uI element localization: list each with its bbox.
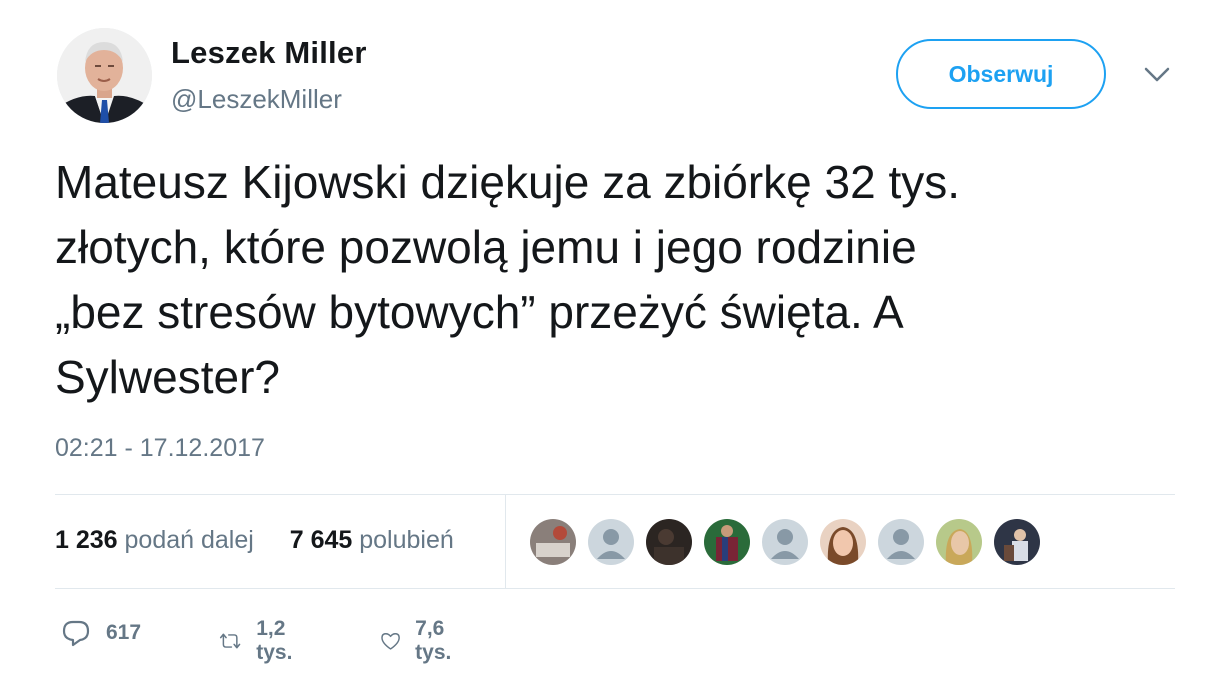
heart-icon — [381, 633, 400, 650]
tweet-timestamp[interactable]: 02:21 - 17.12.2017 — [55, 434, 265, 463]
display-name[interactable]: Leszek Miller — [171, 35, 367, 71]
reply-icon — [62, 620, 90, 647]
liker-avatar[interactable] — [992, 517, 1042, 567]
liker-avatar[interactable] — [586, 517, 636, 567]
retweets-label: podań dalej — [124, 526, 254, 554]
retweets-count: 1 236 — [55, 526, 118, 554]
liker-avatar[interactable] — [760, 517, 810, 567]
divider — [505, 494, 506, 588]
tweet-stats: 1 236 podań dalej 7 645 polubień — [55, 526, 454, 555]
user-handle[interactable]: @LeszekMiller — [171, 84, 342, 115]
retweets-stat[interactable]: 1 236 podań dalej — [55, 526, 261, 554]
tweet-text-line: złotych, które pozwolą jemu i jego rodzi… — [55, 221, 917, 273]
liker-avatar[interactable] — [644, 517, 694, 567]
liker-avatar[interactable] — [934, 517, 984, 567]
chevron-down-icon[interactable] — [1142, 62, 1172, 86]
reply-count: 617 — [106, 621, 142, 644]
liker-avatar[interactable] — [876, 517, 926, 567]
retweet-count: 1,2 tys. — [256, 617, 293, 664]
liker-avatar[interactable] — [702, 517, 752, 567]
retweet-icon — [219, 633, 241, 649]
profile-avatar[interactable] — [57, 28, 152, 123]
likes-count: 7 645 — [289, 526, 353, 554]
reply-action[interactable]: 617 — [60, 617, 141, 649]
retweet-action[interactable]: 1,2 tys. — [218, 617, 304, 665]
likes-label: polubień — [359, 526, 454, 554]
liker-avatar[interactable] — [528, 517, 578, 567]
liker-avatar[interactable] — [818, 517, 868, 567]
divider — [55, 588, 1175, 589]
tweet-card: Leszek Miller @LeszekMiller Obserwuj Mat… — [0, 0, 1226, 678]
likes-stat[interactable]: 7 645 polubień — [283, 526, 454, 554]
like-count: 7,6 tys. — [415, 617, 452, 664]
follow-button[interactable]: Obserwuj — [896, 39, 1106, 109]
avatar-image — [57, 28, 152, 123]
tweet-text-line: „bez stresów bytowych” przeżyć święta. A — [55, 286, 904, 338]
tweet-text-line: Mateusz Kijowski dziękuje za zbiórkę 32 … — [55, 156, 961, 208]
tweet-text: Mateusz Kijowski dziękuje za zbiórkę 32 … — [55, 150, 1175, 410]
divider — [55, 494, 1175, 495]
tweet-text-line: Sylwester? — [55, 351, 280, 403]
like-action[interactable]: 7,6 tys. — [380, 617, 462, 665]
